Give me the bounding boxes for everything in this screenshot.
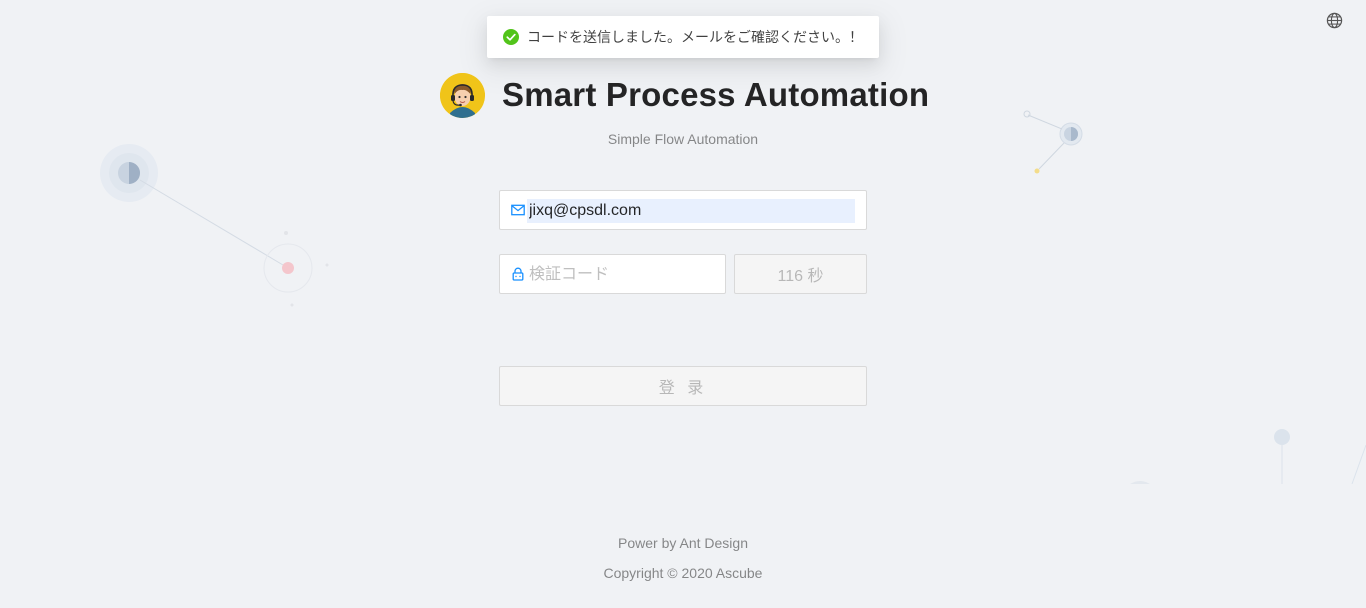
- login-button[interactable]: 登 录: [499, 366, 867, 406]
- verification-code-input[interactable]: [529, 263, 719, 287]
- lock-icon: [511, 267, 525, 281]
- page-title: Smart Process Automation: [502, 76, 930, 113]
- email-field[interactable]: [499, 190, 867, 230]
- toast-message: コードを送信しました。メールをご確認ください。！: [527, 29, 863, 45]
- footer-copyright: Copyright © 2020 Ascube: [603, 565, 763, 581]
- mail-icon: [511, 203, 525, 217]
- verification-code-field[interactable]: [499, 254, 726, 294]
- email-input[interactable]: [529, 199, 849, 223]
- globe-icon: [1326, 12, 1343, 29]
- app-header: Smart Process Automation: [440, 71, 929, 119]
- footer-powered-by: Power by Ant Design: [618, 535, 748, 551]
- check-circle-icon: [503, 29, 519, 45]
- app-logo: [440, 72, 485, 118]
- language-switch-button[interactable]: [1324, 10, 1344, 30]
- success-toast: コードを送信しました。メールをご確認ください。！: [487, 16, 879, 58]
- send-code-countdown-button[interactable]: 116 秒: [734, 254, 867, 294]
- page-subtitle: Simple Flow Automation: [607, 131, 759, 147]
